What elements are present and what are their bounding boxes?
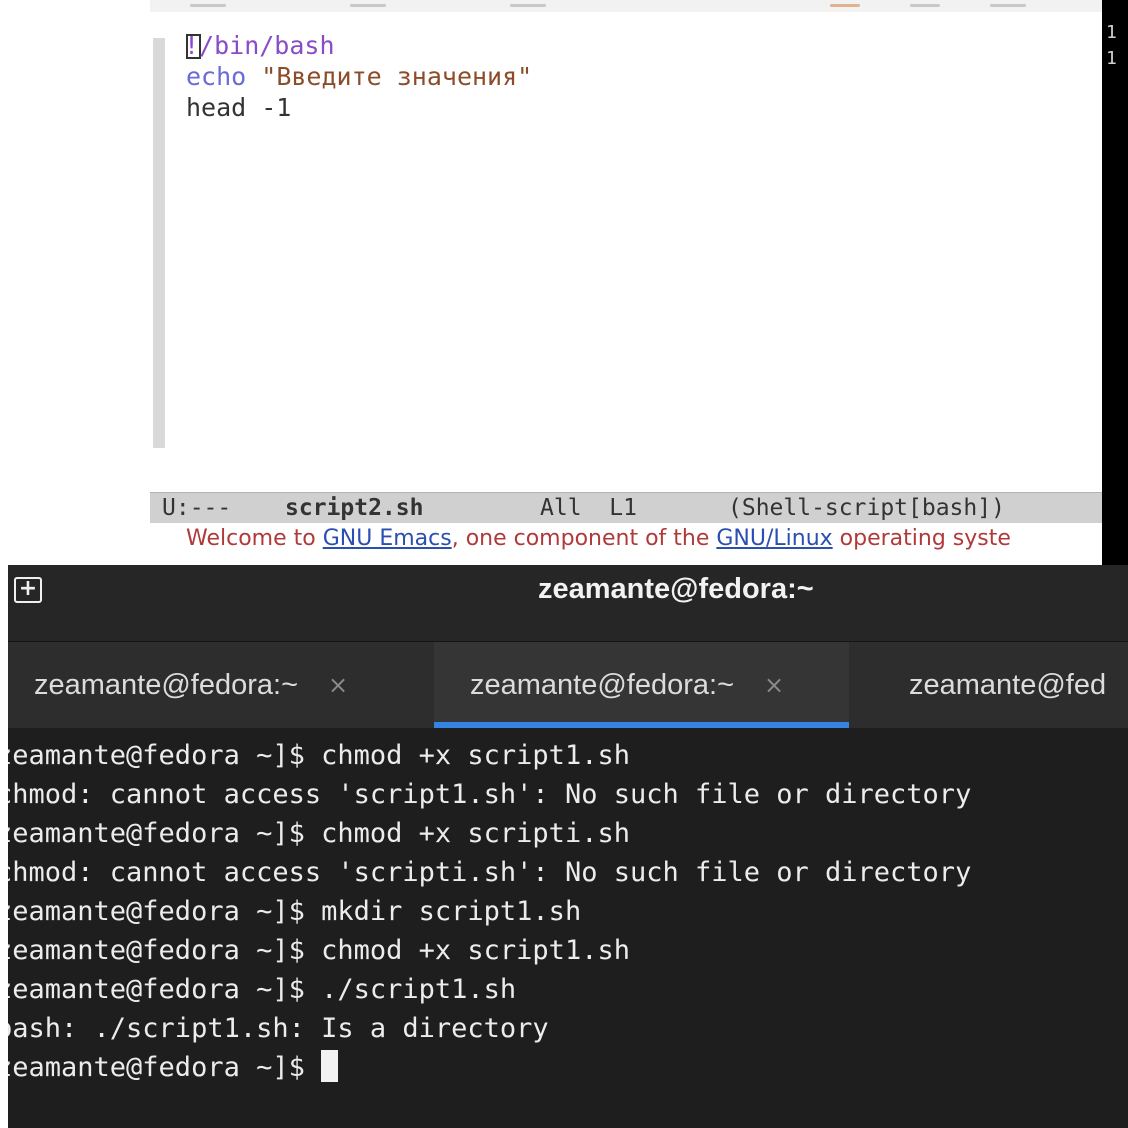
- terminal-line: zeamante@fedora ~]$ mkdir script1.sh: [8, 892, 1128, 931]
- code-token: !/bin/bash: [184, 31, 335, 60]
- tab-3-label: zeamante@fed: [909, 668, 1107, 701]
- echo-prefix: Welcome to: [186, 526, 323, 551]
- emacs-left-fringe: [153, 38, 165, 448]
- terminal-line: zeamante@fedora ~]$ chmod +x scripti.sh: [8, 814, 1128, 853]
- modeline-major-mode: (Shell-script[bash]): [728, 495, 1005, 521]
- emacs-echo-area: Welcome to GNU Emacs, one component of t…: [186, 526, 1106, 551]
- code-token: echo: [186, 62, 247, 91]
- terminal-line-text: zeamante@fedora ~]$ chmod +x script1.sh: [8, 740, 630, 771]
- terminal-line-text: zeamante@fedora ~]$ chmod +x scripti.sh: [8, 818, 630, 849]
- emacs-window: !/bin/bash echo "Введите значения" head -1…: [150, 0, 1128, 565]
- terminal-output[interactable]: zeamante@fedora ~]$ chmod +x script1.sh c…: [8, 728, 1128, 1128]
- modeline-state: U:---: [162, 495, 232, 521]
- emacs-toolbar: [150, 0, 1102, 12]
- terminal-line-text: zeamante@fedora ~]$ chmod +x script1.sh: [8, 935, 630, 966]
- edge-char-1: 1: [1106, 22, 1117, 43]
- echo-suffix: operating syste: [832, 526, 1011, 551]
- terminal-line-text: zeamante@fedora ~]$ mkdir script1.sh: [8, 896, 582, 927]
- terminal-line-text: chmod: cannot access 'script1.sh': No su…: [8, 779, 972, 810]
- edge-char-2: 1: [1106, 48, 1117, 69]
- emacs-buffer[interactable]: !/bin/bash echo "Введите значения" head -1: [184, 30, 1086, 123]
- gnu-linux-link[interactable]: GNU/Linux: [716, 526, 832, 551]
- terminal-titlebar: + zeamante@fedora:~: [8, 565, 1128, 642]
- terminal-line: chmod: cannot access 'script1.sh': No su…: [8, 775, 1128, 814]
- buffer-line: !/bin/bash: [184, 30, 1086, 61]
- echo-middle: , one component of the: [451, 526, 717, 551]
- terminal-tabbar: zeamante@fedora:~ × zeamante@fedora:~ × …: [8, 642, 1128, 728]
- modeline-filename: script2.sh: [285, 495, 424, 521]
- terminal-line-text: bash: ./script1.sh: Is a directory: [8, 1013, 549, 1044]
- tab-1[interactable]: zeamante@fedora:~ ×: [8, 642, 434, 728]
- code-token: "Введите значения": [261, 62, 533, 91]
- window-title: zeamante@fedora:~: [538, 573, 814, 605]
- tab-3[interactable]: zeamante@fed: [849, 642, 1128, 728]
- tab-2-label: zeamante@fedora:~: [470, 668, 735, 701]
- emacs-modeline: U:--- script2.sh All L1 (Shell-script[ba…: [150, 492, 1102, 523]
- terminal-line: zeamante@fedora ~]$ ./script1.sh: [8, 970, 1128, 1009]
- terminal-line: chmod: cannot access 'scripti.sh': No su…: [8, 853, 1128, 892]
- terminal-line: zeamante@fedora ~]$ chmod +x script1.sh: [8, 931, 1128, 970]
- new-tab-button[interactable]: +: [14, 577, 42, 603]
- terminal-line-text: chmod: cannot access 'scripti.sh': No su…: [8, 857, 972, 888]
- terminal-line-text: zeamante@fedora ~]$ ./script1.sh: [8, 974, 517, 1005]
- buffer-line: echo "Введите значения": [186, 61, 1086, 92]
- tab-2-close-icon[interactable]: ×: [764, 671, 784, 699]
- terminal-line: zeamante@fedora ~]$ chmod +x script1.sh: [8, 736, 1128, 775]
- tab-1-label: zeamante@fedora:~: [34, 668, 299, 701]
- terminal-window: + zeamante@fedora:~ zeamante@fedora:~ × …: [8, 565, 1128, 1128]
- modeline-position: All L1: [540, 495, 637, 521]
- gnu-emacs-link[interactable]: GNU Emacs: [323, 526, 452, 551]
- terminal-line-text: zeamante@fedora ~]$: [8, 1052, 322, 1083]
- terminal-cursor: [321, 1050, 339, 1082]
- tab-1-close-icon[interactable]: ×: [328, 671, 348, 699]
- adjacent-terminal-edge: 1 1: [1102, 0, 1128, 565]
- tab-2[interactable]: zeamante@fedora:~ ×: [434, 642, 849, 728]
- code-token: head -1: [186, 93, 292, 122]
- buffer-line: head -1: [186, 92, 1086, 123]
- terminal-line: bash: ./script1.sh: Is a directory: [8, 1009, 1128, 1048]
- terminal-line: zeamante@fedora ~]$: [8, 1048, 1128, 1087]
